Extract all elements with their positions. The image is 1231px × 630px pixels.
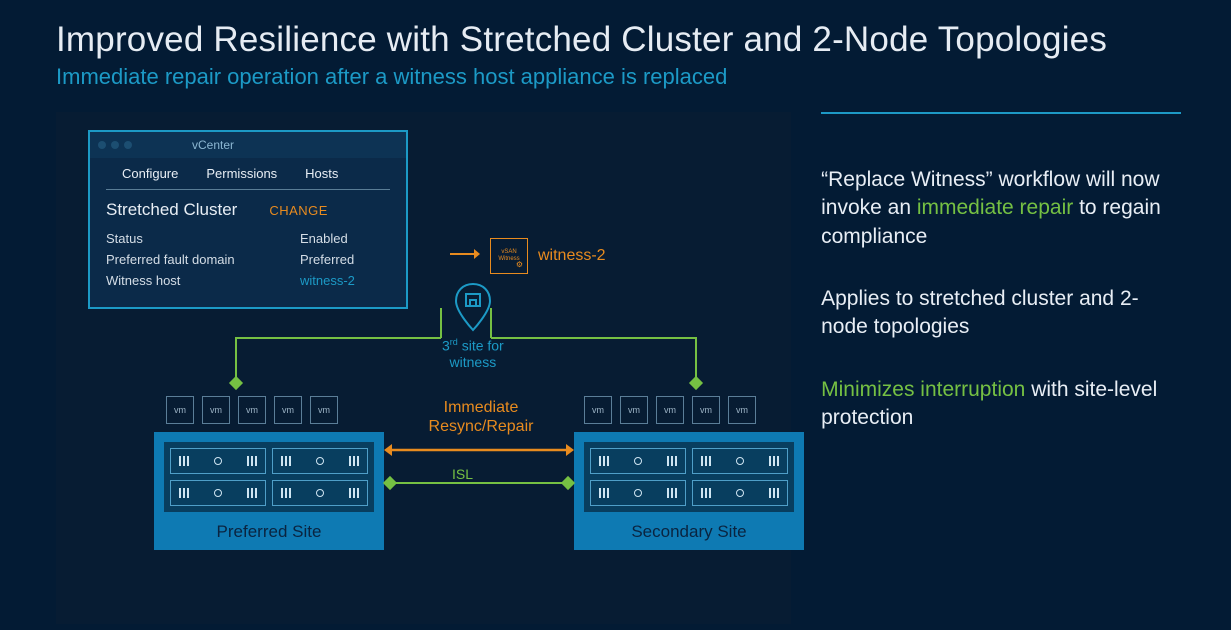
- row-label: Status: [106, 231, 143, 246]
- tab-hosts[interactable]: Hosts: [305, 166, 338, 181]
- row-value: Enabled: [300, 231, 390, 246]
- vm-icon: vm: [656, 396, 684, 424]
- secondary-site: Secondary Site: [574, 432, 804, 550]
- vm-icon: vm: [584, 396, 612, 424]
- bullets-panel: “Replace Witness” workflow will now invo…: [821, 112, 1179, 624]
- vcenter-titlebar: vCenter: [90, 132, 406, 158]
- preferred-site: Preferred Site: [154, 432, 384, 550]
- resync-arrow-icon: [384, 440, 574, 465]
- vcenter-window: vCenter Configure Permissions Hosts Stre…: [88, 130, 408, 309]
- change-link[interactable]: CHANGE: [269, 203, 328, 218]
- gear-icon: ⚙: [516, 261, 523, 270]
- arrow-right-icon: [450, 247, 480, 266]
- divider-line: [821, 112, 1181, 114]
- row-label: Preferred fault domain: [106, 252, 235, 267]
- vm-icon: vm: [692, 396, 720, 424]
- vm-icon: vm: [728, 396, 756, 424]
- diagram-panel: vCenter Configure Permissions Hosts Stre…: [56, 112, 791, 624]
- bullet-text: Minimizes interruption with site-level p…: [821, 376, 1179, 433]
- window-dot-icon: [124, 141, 132, 149]
- site-label: Secondary Site: [584, 512, 794, 542]
- bullet-text: “Replace Witness” workflow will now invo…: [821, 166, 1179, 251]
- server-icon: [272, 480, 368, 506]
- vm-icon: vm: [238, 396, 266, 424]
- vm-group-secondary: vm vm vm vm vm: [584, 396, 756, 424]
- site-label: Preferred Site: [164, 512, 374, 542]
- tab-configure[interactable]: Configure: [122, 166, 178, 181]
- vm-group-preferred: vm vm vm vm vm: [166, 396, 338, 424]
- witness-box-text: vSAN: [501, 249, 516, 256]
- vm-icon: vm: [166, 396, 194, 424]
- isl-connector: [384, 476, 574, 494]
- server-icon: [692, 448, 788, 474]
- window-dot-icon: [111, 141, 119, 149]
- witness-label: witness-2: [538, 247, 606, 265]
- vm-icon: vm: [310, 396, 338, 424]
- connector-top: [226, 328, 706, 388]
- row-value: Preferred: [300, 252, 390, 267]
- resync-label: ImmediateResync/Repair: [391, 398, 571, 436]
- vm-icon: vm: [620, 396, 648, 424]
- server-icon: [590, 448, 686, 474]
- slide-subtitle: Immediate repair operation after a witne…: [56, 64, 1179, 90]
- server-icon: [272, 448, 368, 474]
- row-label: Witness host: [106, 273, 180, 288]
- server-icon: [590, 480, 686, 506]
- vsan-witness-icon: vSAN Witness ⚙: [490, 238, 528, 274]
- vm-icon: vm: [274, 396, 302, 424]
- tab-permissions[interactable]: Permissions: [206, 166, 277, 181]
- bullet-text: Applies to stretched cluster and 2-node …: [821, 285, 1179, 342]
- vm-icon: vm: [202, 396, 230, 424]
- server-icon: [170, 448, 266, 474]
- witness-group: vSAN Witness ⚙ witness-2: [450, 238, 606, 274]
- server-icon: [692, 480, 788, 506]
- server-icon: [170, 480, 266, 506]
- row-value-link[interactable]: witness-2: [300, 273, 390, 288]
- slide-title: Improved Resilience with Stretched Clust…: [56, 20, 1179, 60]
- vcenter-title: vCenter: [192, 138, 234, 152]
- window-dot-icon: [98, 141, 106, 149]
- section-heading: Stretched Cluster: [106, 200, 237, 220]
